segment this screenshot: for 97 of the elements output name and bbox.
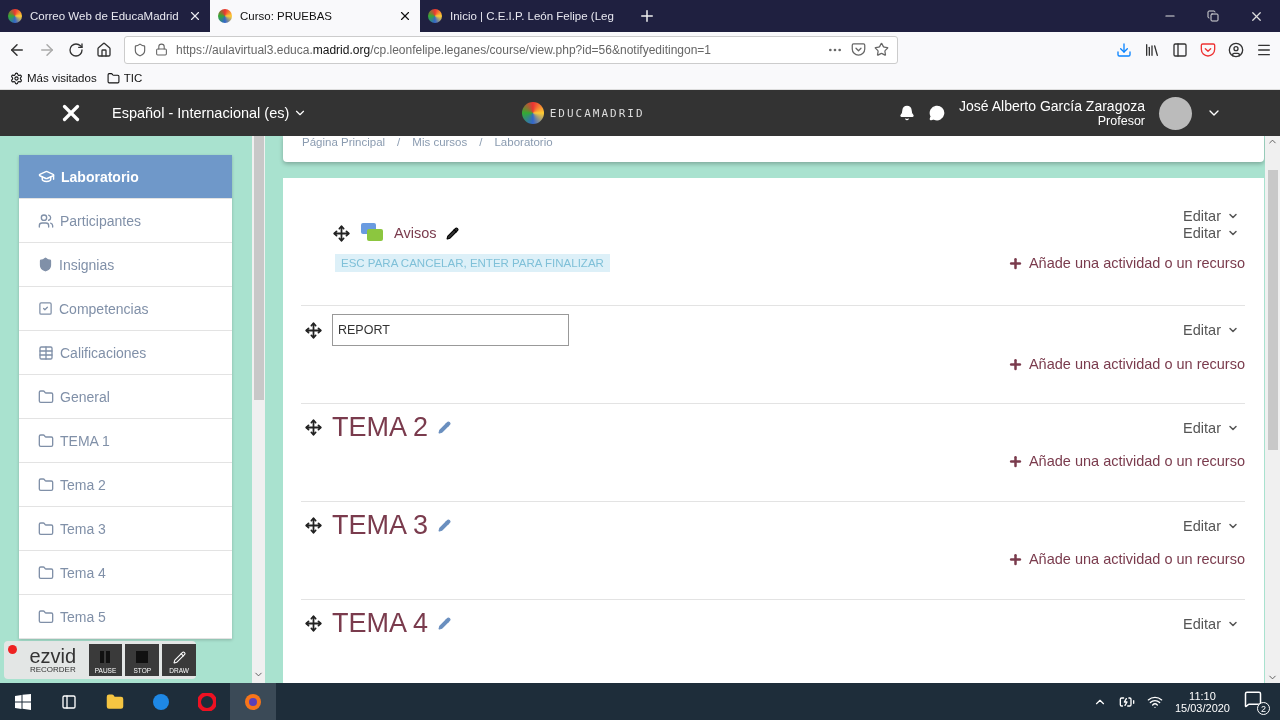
browser-tab[interactable]: Curso: PRUEBAS <box>210 0 420 32</box>
add-activity-link[interactable]: Añade una actividad o un recurso <box>1007 356 1245 372</box>
section-title: TEMA 2 <box>332 412 429 443</box>
move-icon[interactable] <box>305 321 322 339</box>
site-logo-icon <box>428 9 442 23</box>
folder-icon <box>38 432 54 449</box>
notification-count: 2 <box>1257 702 1270 715</box>
section-title: TEMA 4 <box>332 608 429 639</box>
address-bar[interactable]: https://aulavirtual3.educa.madrid.org/cp.leonfelipe.leganes/course/view.php?id=56&notifyeditingon=1 <box>124 35 898 64</box>
folder-icon <box>38 388 54 405</box>
site-logo-icon <box>218 9 232 23</box>
windows-logo-icon <box>15 693 31 710</box>
account-icon[interactable] <box>1228 41 1244 58</box>
add-activity-link[interactable]: Añade una actividad o un recurso <box>1007 453 1245 469</box>
browser-tab[interactable]: Inicio | C.E.I.P. León Felipe (Leg <box>420 0 630 32</box>
table-icon <box>38 344 54 361</box>
close-icon[interactable] <box>188 9 202 23</box>
move-icon[interactable] <box>305 419 322 436</box>
forum-icon <box>360 222 384 244</box>
edit-menu[interactable]: Editar <box>1183 322 1245 338</box>
graduation-cap-icon <box>38 168 55 185</box>
library-icon[interactable] <box>1144 41 1160 58</box>
move-icon[interactable] <box>305 517 322 534</box>
checkbox-icon <box>38 301 53 316</box>
browser-icon <box>152 692 170 711</box>
stop-icon <box>135 650 150 664</box>
sidebar-icon[interactable] <box>1172 41 1188 58</box>
star-icon[interactable] <box>874 42 889 57</box>
breadcrumb-separator: / <box>397 136 401 148</box>
bell-icon[interactable] <box>899 105 915 121</box>
section-title: TEMA 3 <box>332 510 429 541</box>
tab-title: Correo Web de EducaMadrid <box>30 10 180 22</box>
download-icon[interactable] <box>1116 41 1132 58</box>
hint-text: ESC PARA CANCELAR, ENTER PARA FINALIZAR <box>335 254 610 272</box>
firefox-browser-button[interactable] <box>230 683 276 720</box>
plus-icon <box>1007 356 1023 372</box>
home-icon[interactable] <box>96 41 112 58</box>
breadcrumb-separator: / <box>479 136 483 148</box>
users-icon <box>38 212 54 229</box>
edit-menu[interactable]: Editar <box>1183 225 1245 241</box>
scrollbar-thumb[interactable] <box>1267 169 1278 450</box>
user-role: Profesor <box>1097 114 1145 128</box>
plus-icon <box>1007 551 1023 567</box>
gear-icon <box>10 71 23 85</box>
tab-title: Curso: PRUEBAS <box>240 10 334 22</box>
avatar <box>1159 96 1192 130</box>
record-dot-icon <box>8 645 17 654</box>
browser-icon <box>198 692 216 711</box>
message-icon <box>1244 690 1262 708</box>
clock[interactable]: 11:10 15/03/2020 <box>1174 689 1230 714</box>
recorder-brand: ezvid <box>29 646 77 666</box>
add-activity-link[interactable]: Añade una actividad o un recurso <box>1007 551 1245 567</box>
plus-icon <box>1007 453 1023 469</box>
section-name-input[interactable]: REPORT <box>332 314 569 346</box>
browser-icon <box>244 692 262 711</box>
edit-menu[interactable]: Editar <box>1183 419 1245 436</box>
tab-title: Inicio | C.E.I.P. León Felipe (Leg <box>450 10 614 22</box>
folder-icon <box>106 71 120 85</box>
edit-menu[interactable]: Editar <box>1183 615 1245 632</box>
chat-icon[interactable] <box>929 105 945 121</box>
close-icon[interactable] <box>398 9 412 23</box>
user-name: José Alberto García Zaragoza <box>959 98 1145 114</box>
site-logo-icon <box>8 9 22 23</box>
pocket-icon[interactable] <box>1200 41 1216 58</box>
edit-menu[interactable]: Editar <box>1183 208 1245 224</box>
shield-icon <box>133 42 147 57</box>
plus-icon <box>638 7 656 25</box>
folder-icon <box>38 476 54 493</box>
folder-icon <box>38 520 54 537</box>
plus-icon <box>1007 255 1023 271</box>
restore-icon[interactable] <box>1207 10 1219 22</box>
recorder-subtitle: RECORDER <box>29 666 76 674</box>
lock-icon <box>155 43 168 56</box>
move-icon[interactable] <box>333 224 350 242</box>
logo-icon <box>521 102 544 124</box>
url-text: https://aulavirtual3.educa.madrid.org/cp.leonfelipe.leganes/course/view.php?id=56&notifyeditingon=1 <box>176 42 713 57</box>
pause-icon <box>98 650 113 664</box>
folder-icon <box>106 692 124 711</box>
language-menu[interactable]: Español - Internacional (es) <box>112 105 308 121</box>
move-icon[interactable] <box>305 615 322 632</box>
scrollbar-thumb[interactable] <box>253 136 264 400</box>
pencil-icon[interactable] <box>446 226 460 240</box>
pen-icon <box>172 651 186 664</box>
task-view-icon <box>61 693 77 710</box>
shield-icon <box>38 257 53 272</box>
reload-icon[interactable] <box>68 41 84 58</box>
notification-button[interactable]: 2 <box>1242 688 1270 715</box>
activity-link[interactable]: Avisos <box>394 225 437 241</box>
pocket-icon[interactable] <box>851 42 866 57</box>
browser-tab[interactable]: Correo Web de EducaMadrid <box>0 0 210 32</box>
folder-icon <box>38 608 54 625</box>
folder-icon <box>38 564 54 581</box>
bookmark[interactable]: TIC <box>106 71 143 85</box>
bookmark[interactable]: Más visitados <box>10 71 97 85</box>
add-activity-link[interactable]: Añade una actividad o un recurso <box>1007 255 1245 271</box>
logo-text: EDUCAMADRID <box>549 106 645 120</box>
edit-menu[interactable]: Editar <box>1183 517 1245 534</box>
